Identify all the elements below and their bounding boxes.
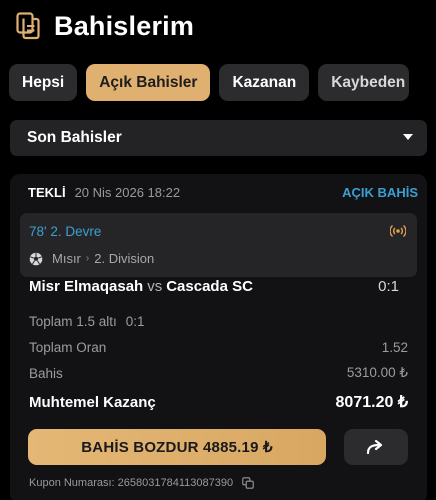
caret-down-icon — [403, 134, 413, 140]
bet-filter-tabs: Hepsi Açık Bahisler Kazanan Kaybeden — [9, 64, 436, 101]
stake-value: 5310.00 ₺ — [346, 365, 408, 380]
home-team: Misr Elmaqasah — [29, 278, 144, 295]
share-arrow-icon — [366, 439, 383, 455]
share-button[interactable] — [344, 429, 408, 465]
event-box[interactable]: 78' 2. Devre Mısır › 2. Division — [20, 213, 417, 277]
away-team: Cascada SC — [166, 278, 253, 295]
pick-selection: 0:1 — [125, 314, 145, 329]
bet-status-badge: AÇIK BAHİS — [342, 185, 418, 200]
tab-won[interactable]: Kazanan — [219, 64, 310, 101]
stake-row: Bahis 5310.00 ₺ — [29, 365, 408, 381]
vs-label: vs — [147, 278, 163, 295]
pick-market: Toplam 1.5 altı — [29, 314, 117, 329]
potential-win-label: Muhtemel Kazanç — [29, 393, 156, 411]
potential-win-value: 8071.20 ₺ — [335, 394, 408, 411]
chevron-right-icon: › — [85, 253, 90, 264]
league-name: 2. Division — [94, 251, 155, 266]
bet-date: 20 Nis 2026 18:22 — [74, 185, 181, 200]
page-title: Bahislerim — [54, 10, 195, 41]
stake-label: Bahis — [29, 365, 63, 381]
bet-type: TEKLİ — [28, 185, 66, 200]
match-teams: Misr Elmaqasah vs Cascada SC 0:1 — [29, 278, 399, 295]
tab-open-bets[interactable]: Açık Bahisler — [86, 64, 211, 101]
total-odds-label: Toplam Oran — [29, 340, 107, 355]
tab-lost[interactable]: Kaybeden — [318, 64, 410, 101]
sort-dropdown-value: Son Bahisler — [27, 129, 122, 146]
document-stack-icon — [16, 12, 40, 40]
country-name: Mısır — [52, 251, 81, 266]
cashout-button[interactable]: BAHİS BOZDUR 4885.19 ₺ — [28, 429, 326, 465]
sort-dropdown[interactable]: Son Bahisler — [10, 120, 427, 156]
match-minute: 78' 2. Devre — [29, 224, 102, 239]
total-odds-value: 1.52 — [381, 340, 408, 355]
coupon-number-text: Kupon Numarası: 2658031784113087390 — [29, 477, 234, 489]
potential-win-row: Muhtemel Kazanç 8071.20 ₺ — [29, 392, 408, 412]
league-info: Mısır › 2. Division — [29, 251, 154, 266]
bet-card-header: TEKLİ 20 Nis 2026 18:22 AÇIK BAHİS — [28, 185, 418, 200]
match-score: 0:1 — [378, 278, 399, 295]
football-icon — [29, 252, 43, 265]
coupon-number: Kupon Numarası: 2658031784113087390 — [29, 477, 254, 489]
page-header: Bahislerim — [16, 8, 194, 44]
copy-icon[interactable] — [242, 477, 254, 489]
total-odds-row: Toplam Oran 1.52 — [29, 340, 408, 355]
pick-row: Toplam 1.5 altı 0:1 — [29, 314, 408, 329]
live-broadcast-icon — [390, 224, 406, 238]
tab-all[interactable]: Hepsi — [9, 64, 78, 101]
bet-card: TEKLİ 20 Nis 2026 18:22 AÇIK BAHİS 78' 2… — [10, 174, 427, 500]
